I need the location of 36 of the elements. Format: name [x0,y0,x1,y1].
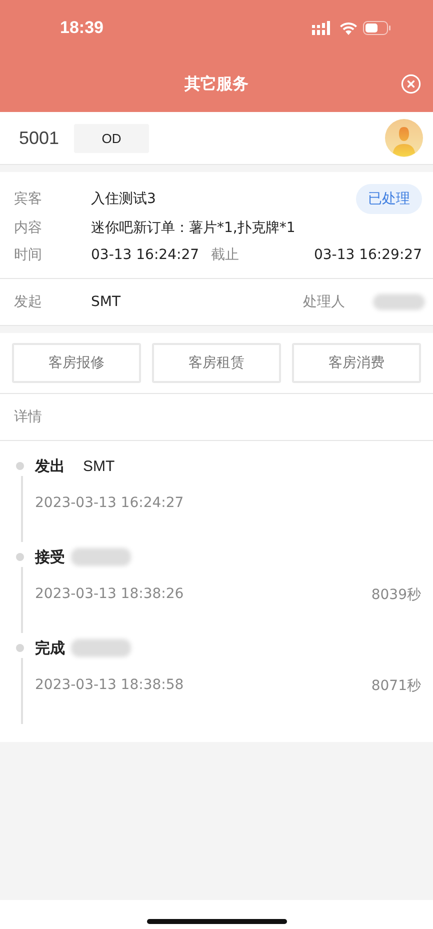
wifi-icon [340,22,357,34]
event-duration: 8071秒 [371,677,421,695]
service-button[interactable]: 客房报修 [12,343,141,383]
battery-icon [363,21,391,35]
start-time: 03-13 16:24:27 [91,246,200,262]
room-number: 5001 [19,128,60,148]
deadline-label: 截止 [211,246,240,264]
event-label: 完成 [35,638,65,658]
event-label: 接受 [35,548,65,566]
service-button[interactable]: 客房租赁 [152,343,281,383]
room-status-tag: OD [74,124,150,152]
event-actor: SMT [83,458,115,474]
deadline-time: 03-13 16:29:27 [314,246,422,262]
close-icon[interactable] [401,74,421,94]
status-badge: 已处理 [356,184,422,214]
event-duration: 8039秒 [371,586,421,604]
handler-label: 处理人 [303,293,346,311]
origin-label: 发起 [14,293,43,311]
event-time: 2023-03-13 16:24:27 [35,495,184,511]
event-label: 发出 [35,456,65,476]
origin-value: SMT [91,294,122,310]
avatar-icon[interactable] [385,119,423,157]
timeline-dot [16,553,24,561]
event-time: 2023-03-13 18:38:26 [35,586,184,604]
guest-name: 入住测试3 [91,190,157,208]
event-time: 2023-03-13 18:38:58 [35,677,184,695]
time-label: 时间 [14,246,43,264]
status-time: 18:39 [60,18,104,38]
timeline-dot [16,644,24,652]
service-button[interactable]: 客房消费 [292,343,421,383]
timeline-dot [16,462,24,470]
guest-label: 宾客 [14,190,43,208]
content-label: 内容 [14,218,43,236]
content-text: 迷你吧新订单：薯片*1,扑克牌*1 [91,218,296,236]
page-title: 其它服务 [184,74,248,94]
details-heading: 详情 [0,394,433,441]
